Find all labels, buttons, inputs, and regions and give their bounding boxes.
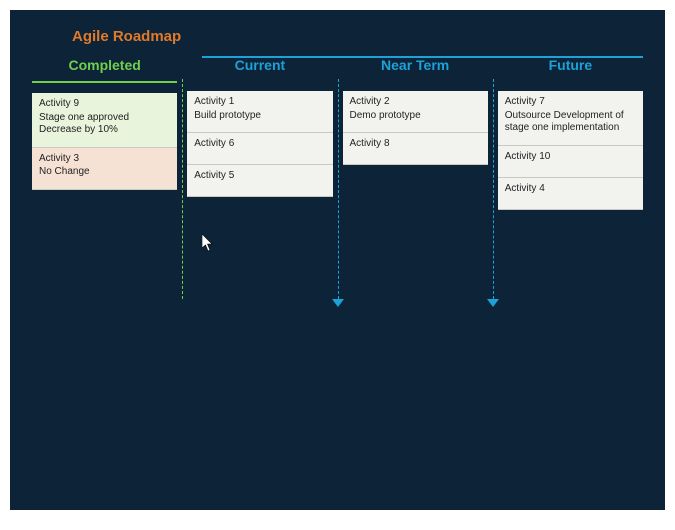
card-title: Activity 6 — [194, 138, 325, 151]
card-title: Activity 5 — [194, 170, 325, 183]
card-title: Activity 7 — [505, 96, 636, 109]
card-title: Activity 2 — [350, 96, 481, 109]
lane-completed: Completed Activity 9 Stage one approved … — [32, 51, 177, 210]
card-desc: Stage one approved Decrease by 10% — [39, 112, 170, 137]
lane-divider — [493, 79, 494, 299]
page-title: Agile Roadmap — [72, 28, 643, 45]
lanes-container: Completed Activity 9 Stage one approved … — [32, 51, 643, 210]
card[interactable]: Activity 7 Outsource Development of stag… — [498, 91, 643, 146]
lane-current: Current Activity 1 Build prototype Activ… — [187, 51, 332, 210]
card-title: Activity 10 — [505, 151, 636, 164]
lane-header-current: Current — [187, 51, 332, 81]
card[interactable]: Activity 9 Stage one approved Decrease b… — [32, 93, 177, 148]
card-title: Activity 8 — [350, 138, 481, 151]
roadmap-page: Agile Roadmap Completed Activity 9 Stage… — [10, 10, 665, 510]
card-title: Activity 3 — [39, 153, 170, 166]
card-desc: Outsource Development of stage one imple… — [505, 110, 636, 135]
lane-header-near: Near Term — [343, 51, 488, 81]
card[interactable]: Activity 3 No Change — [32, 148, 177, 190]
card[interactable]: Activity 5 — [187, 165, 332, 197]
lane-header-future: Future — [498, 51, 643, 81]
card[interactable]: Activity 2 Demo prototype — [343, 91, 488, 133]
card[interactable]: Activity 4 — [498, 178, 643, 210]
card-title: Activity 4 — [505, 183, 636, 196]
card-title: Activity 1 — [194, 96, 325, 109]
card-desc: No Change — [39, 166, 170, 179]
lane-header-completed: Completed — [32, 51, 177, 83]
chevron-down-icon — [487, 299, 499, 307]
card-desc: Demo prototype — [350, 110, 481, 123]
cursor-icon — [202, 234, 214, 252]
card[interactable]: Activity 10 — [498, 146, 643, 178]
card-title: Activity 9 — [39, 98, 170, 111]
lane-future: Future Activity 7 Outsource Development … — [498, 51, 643, 210]
card[interactable]: Activity 8 — [343, 133, 488, 165]
lane-divider — [338, 79, 339, 299]
card-desc: Build prototype — [194, 110, 325, 123]
chevron-down-icon — [332, 299, 344, 307]
lane-near-term: Near Term Activity 2 Demo prototype Acti… — [343, 51, 488, 210]
card[interactable]: Activity 6 — [187, 133, 332, 165]
lane-divider — [182, 79, 183, 299]
card[interactable]: Activity 1 Build prototype — [187, 91, 332, 133]
